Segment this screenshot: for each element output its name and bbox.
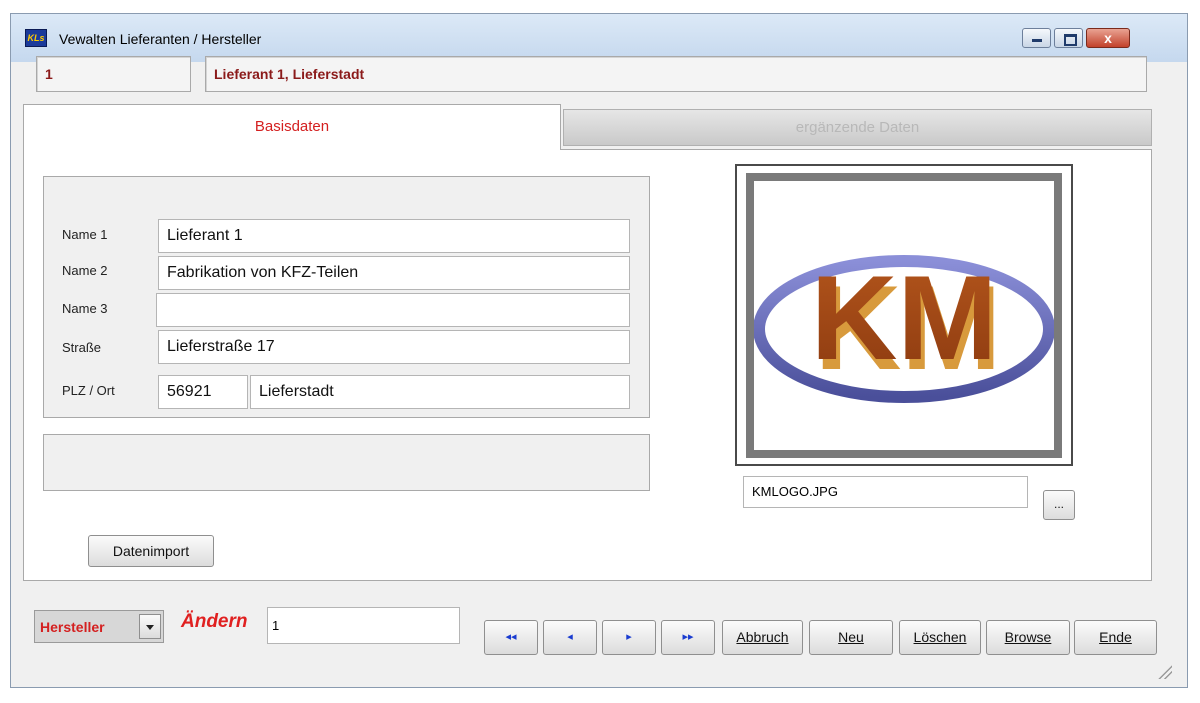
loeschen-label: Löschen xyxy=(913,629,967,645)
logo-filename-field[interactable]: KMLOGO.JPG xyxy=(743,476,1028,508)
record-search-input[interactable]: 1 xyxy=(267,607,460,644)
street-label: Straße xyxy=(62,340,102,355)
window-title: Vewalten Lieferanten / Hersteller xyxy=(59,31,262,47)
mode-label: Ändern xyxy=(181,611,248,632)
street-input[interactable]: Lieferstraße 17 xyxy=(158,330,630,364)
km-logo-graphic: KM KM xyxy=(753,251,1055,403)
logo-frame: KM KM xyxy=(735,164,1073,466)
logo-text: KM xyxy=(811,251,998,385)
logo-image[interactable]: KM KM xyxy=(746,173,1062,458)
name1-input[interactable]: Lieferant 1 xyxy=(158,219,630,253)
record-id-field: 1 xyxy=(36,56,191,92)
neu-button[interactable]: Neu xyxy=(809,620,893,655)
plz-ort-label: PLZ / Ort xyxy=(62,383,115,398)
tab-basisdaten[interactable]: Basisdaten xyxy=(23,104,561,150)
tab-ergaenzende-daten[interactable]: ergänzende Daten xyxy=(563,109,1152,146)
maximize-button[interactable] xyxy=(1054,28,1083,48)
browse-button[interactable]: Browse xyxy=(986,620,1070,655)
name1-label: Name 1 xyxy=(62,227,108,242)
ort-input[interactable]: Lieferstadt xyxy=(250,375,630,409)
close-button[interactable]: x xyxy=(1086,28,1130,48)
title-bar[interactable]: KLs Vewalten Lieferanten / Hersteller x xyxy=(11,14,1187,62)
record-name: Lieferant 1, Lieferstadt xyxy=(214,66,365,82)
name3-label: Name 3 xyxy=(62,301,108,316)
plz-input[interactable]: 56921 xyxy=(158,375,248,409)
app-icon: KLs xyxy=(25,29,47,47)
abbruch-label: Abbruch xyxy=(736,629,789,645)
ende-button[interactable]: Ende xyxy=(1074,620,1157,655)
info-group xyxy=(43,434,650,491)
close-icon: x xyxy=(1104,30,1112,46)
last-record-button[interactable]: ▸▸ xyxy=(661,620,715,655)
neu-label: Neu xyxy=(838,629,864,645)
name2-label: Name 2 xyxy=(62,263,108,278)
prev-record-button[interactable]: ◂ xyxy=(543,620,597,655)
record-id: 1 xyxy=(45,66,53,82)
name3-input[interactable] xyxy=(156,293,630,327)
ende-label: Ende xyxy=(1099,629,1132,645)
resize-grip-icon[interactable] xyxy=(1158,665,1172,679)
next-record-button[interactable]: ▸ xyxy=(602,620,656,655)
filter-combo[interactable]: Hersteller xyxy=(34,610,164,643)
browse-label: Browse xyxy=(1004,629,1052,645)
chevron-down-icon[interactable] xyxy=(139,614,161,639)
minimize-button[interactable] xyxy=(1022,28,1051,48)
datenimport-button[interactable]: Datenimport xyxy=(88,535,214,567)
browse-file-button[interactable]: ... xyxy=(1043,490,1075,520)
loeschen-button[interactable]: Löschen xyxy=(899,620,981,655)
first-record-button[interactable]: ◂◂ xyxy=(484,620,538,655)
name2-input[interactable]: Fabrikation von KFZ-Teilen xyxy=(158,256,630,290)
record-name-field: Lieferant 1, Lieferstadt xyxy=(205,56,1147,92)
abbruch-button[interactable]: Abbruch xyxy=(722,620,803,655)
filter-combo-value: Hersteller xyxy=(40,619,105,635)
